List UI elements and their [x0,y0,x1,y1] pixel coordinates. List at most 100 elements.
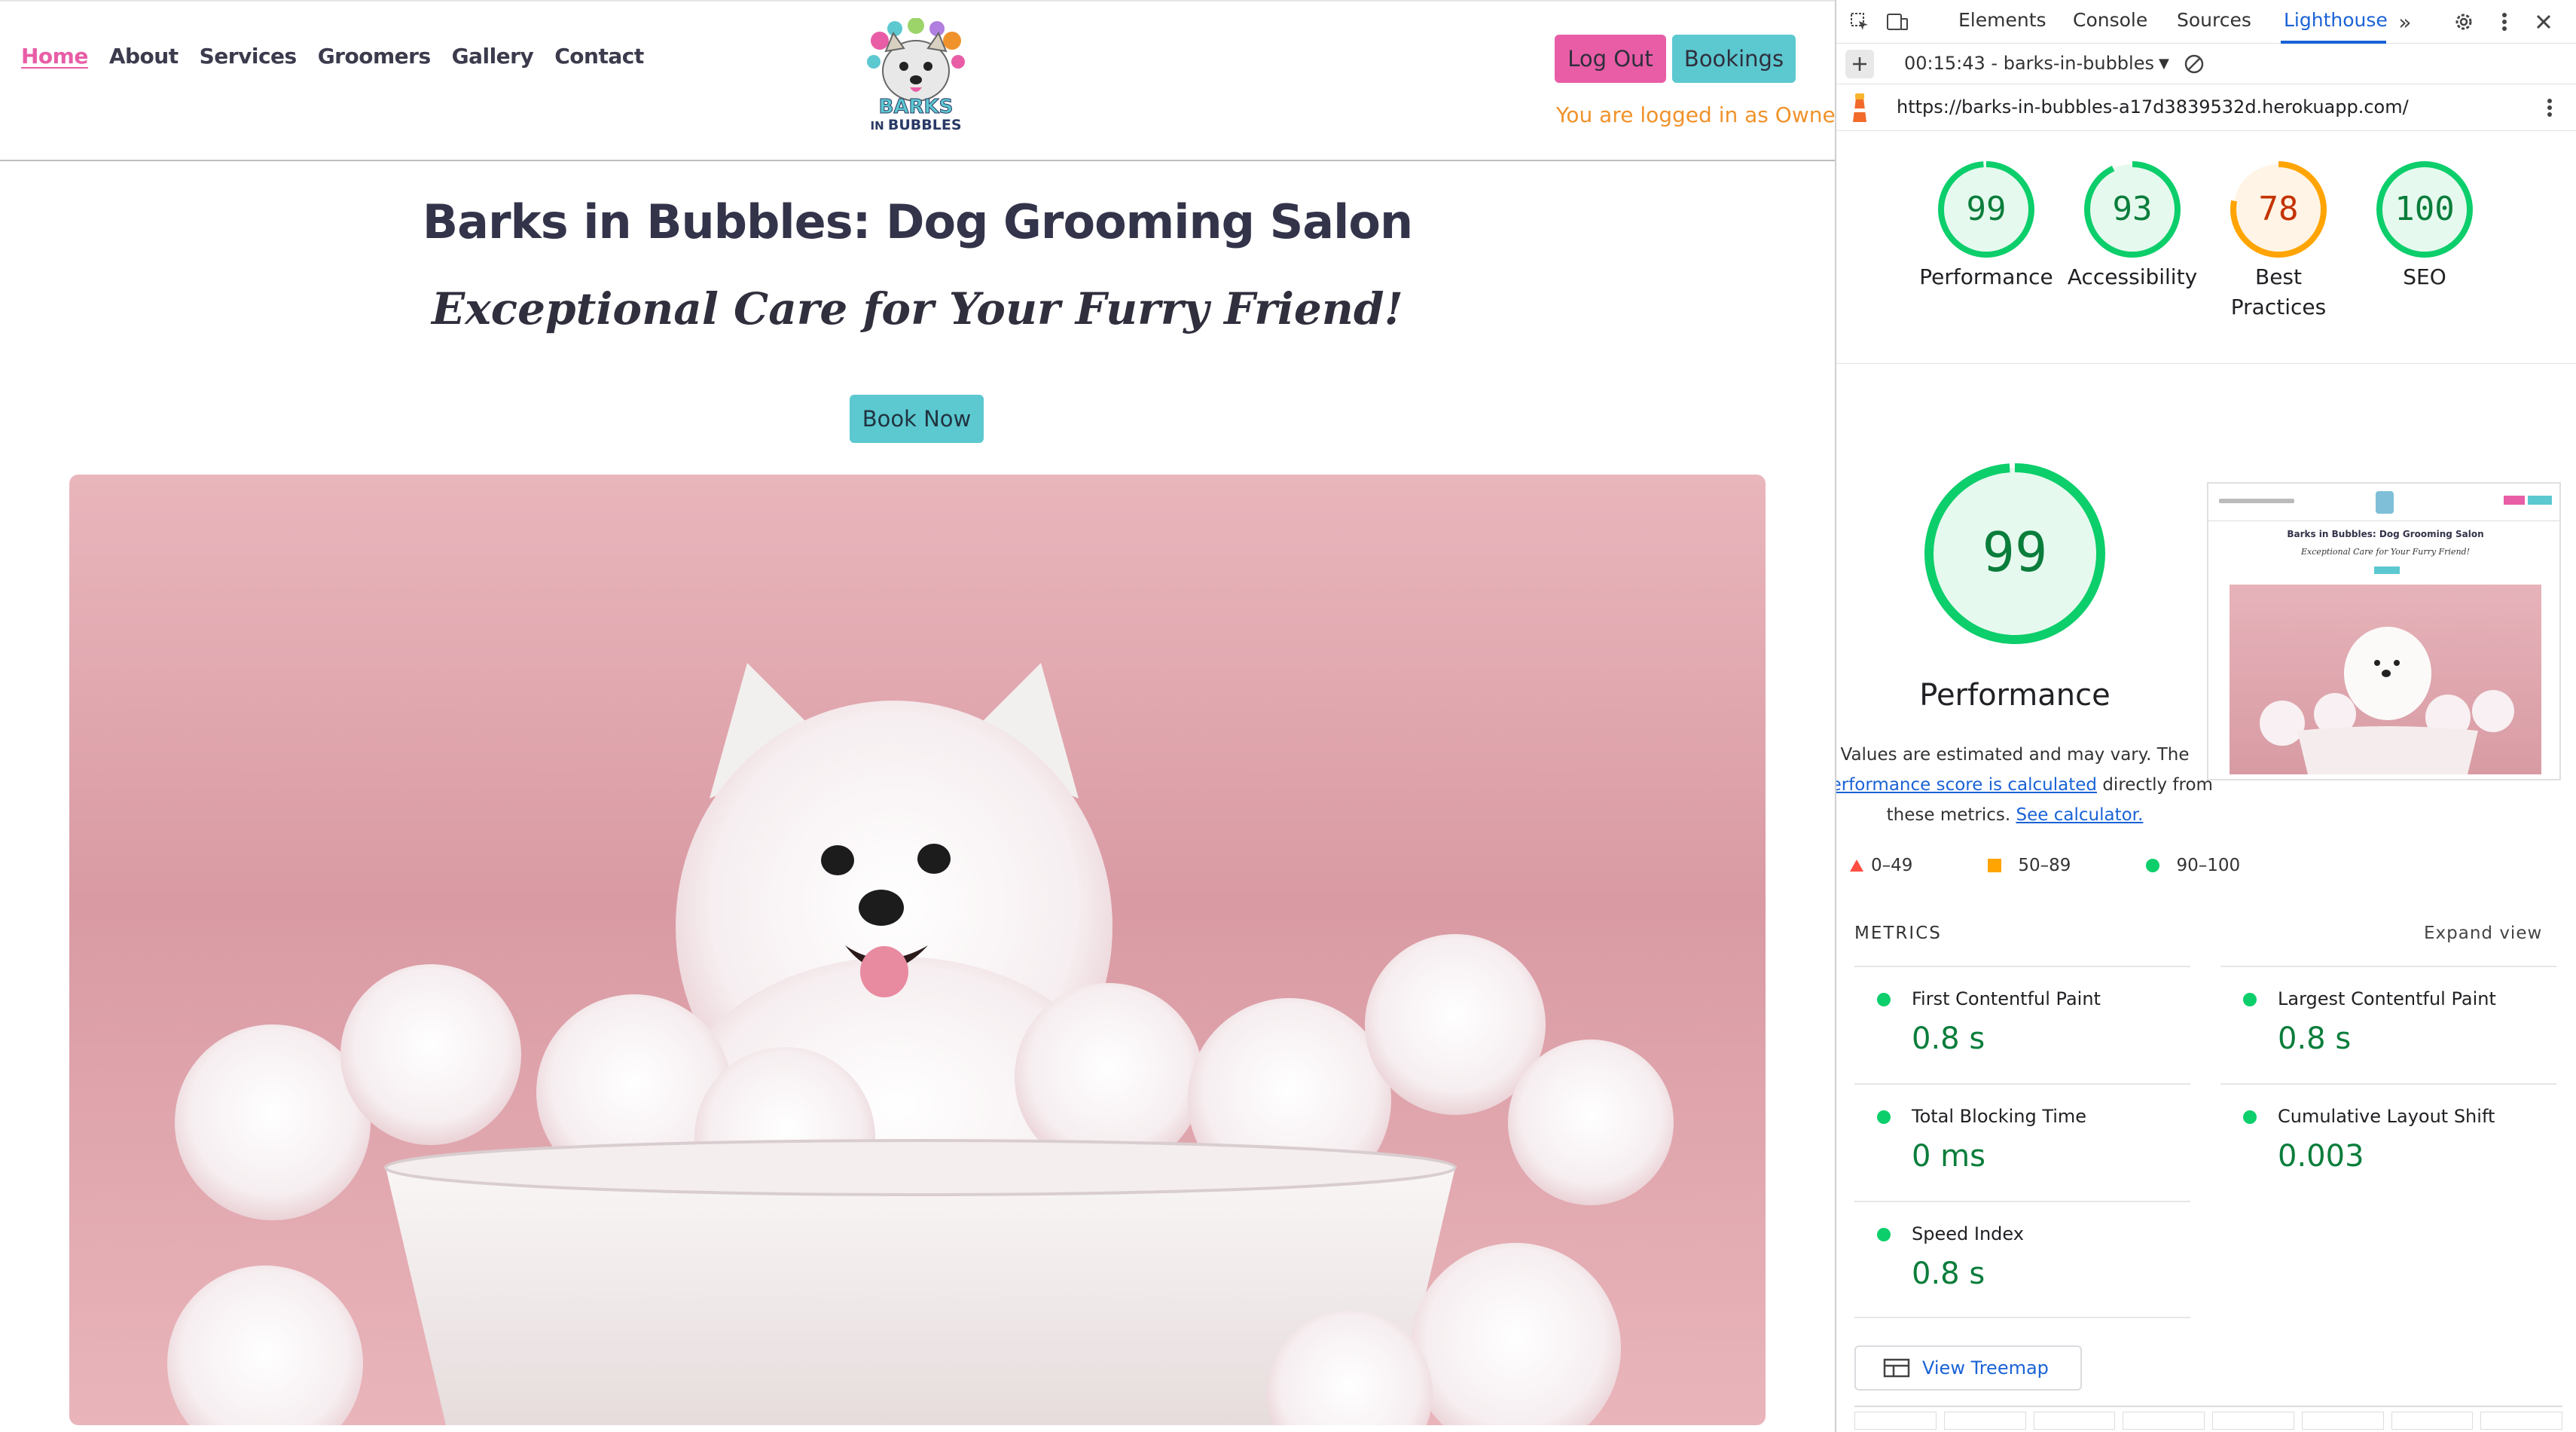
metric-speed-index: Speed Index 0.8 s [1854,1201,2190,1318]
metric-lcp: Largest Contentful Paint 0.8 s [2220,966,2556,1083]
gauge-accessibility[interactable]: 93 Accessibility [2062,160,2202,292]
nav-contact[interactable]: Contact [554,44,644,69]
filmstrip-frame [1943,1412,2026,1430]
logo-text-in: IN [870,119,884,133]
filmstrip-frame [2301,1412,2384,1430]
accessibility-score-value: 93 [2113,190,2153,228]
device-toolbar-icon[interactable] [1883,8,1912,36]
metric-value: 0.8 s [1912,1021,1985,1056]
logo-text-bubbles: BUBBLES [887,117,962,133]
tab-sources[interactable]: Sources [2177,9,2251,31]
treemap-icon [1883,1358,1910,1378]
gauge-performance[interactable]: 99 Performance [1916,160,2056,292]
filmstrip [1854,1406,2562,1432]
thumb-logout [2504,496,2525,505]
pass-dot-icon [2243,1110,2257,1124]
section-divider [1836,363,2576,364]
metric-tbt: Total Blocking Time 0 ms [1854,1083,2190,1201]
clear-reports-icon[interactable] [2180,50,2208,78]
filmstrip-frame [2391,1412,2474,1430]
tab-lighthouse[interactable]: Lighthouse [2284,9,2388,31]
legend-pass-icon [2146,859,2160,872]
tab-elements[interactable]: Elements [1958,9,2046,31]
nav-groomers[interactable]: Groomers [318,44,431,69]
report-selector-label: 00:15:43 - barks-in-bubbles [1904,53,2154,74]
performance-label: Performance [1919,264,2053,289]
inspect-element-icon[interactable] [1845,8,1874,36]
see-calculator-link[interactable]: See calculator. [2016,805,2144,825]
metric-label: Speed Index [1912,1223,2024,1244]
metric-value: 0.8 s [1912,1256,1985,1291]
performance-big-ring: 99 [1924,463,2105,644]
pass-dot-icon [1877,993,1891,1006]
logout-button[interactable]: Log Out [1555,35,1666,83]
logged-in-status: You are logged in as Owner [1556,102,1835,127]
performance-heading: Performance [1919,678,2111,713]
metric-cls: Cumulative Layout Shift 0.003 [2220,1083,2556,1201]
legend-fail: 0–49 [1871,856,1913,875]
page-screenshot-thumbnail[interactable]: Barks in Bubbles: Dog Grooming Salon Exc… [2207,482,2561,780]
best-practices-score-ring: 78 [2230,161,2327,258]
nav-services[interactable]: Services [200,44,298,69]
best-practices-score-value: 78 [2259,190,2299,228]
metric-label: Total Blocking Time [1912,1106,2087,1127]
tab-console[interactable]: Console [2073,9,2147,31]
thumb-subtitle: Exceptional Care for Your Furry Friend! [2300,547,2471,557]
metrics-header: METRICS [1854,924,1942,943]
nav-about[interactable]: About [109,44,179,69]
performance-score-value: 99 [1967,190,2007,228]
performance-big-gauge: 99 [1922,461,2107,649]
performance-note: Values are estimated and may vary. The p… [1836,740,2213,830]
filmstrip-frame [1854,1412,1937,1430]
metric-label: Largest Contentful Paint [2278,988,2496,1009]
dropdown-caret-icon: ▼ [2158,55,2169,72]
seo-score-value: 100 [2394,190,2454,228]
book-now-button[interactable]: Book Now [850,395,984,443]
note-line-2: directly from [2102,775,2213,795]
devtools-tabbar: Elements Console Sources Lighthouse » [1836,0,2576,44]
seo-score-ring: 100 [2376,161,2473,258]
logo-text-barks: BARKS [878,96,954,118]
legend-fail-icon [1850,860,1863,872]
nav-home[interactable]: Home [21,44,88,69]
view-treemap-label: View Treemap [1922,1357,2049,1379]
legend-pass: 90–100 [2176,856,2241,875]
page-title: Barks in Bubbles: Dog Grooming Salon [422,194,1413,249]
seo-label: SEO [2403,264,2446,289]
close-devtools-icon[interactable] [2529,8,2558,36]
report-selector[interactable]: 00:15:43 - barks-in-bubbles ▼ [1904,53,2169,74]
filmstrip-frame [2123,1412,2205,1430]
lighthouse-toolbar: 00:15:43 - barks-in-bubbles ▼ [1836,44,2576,84]
gauge-best-practices[interactable]: 78 Best Practices [2208,160,2349,322]
metric-label: First Contentful Paint [1912,988,2101,1009]
best-practices-label-line1: Best [2254,264,2302,289]
thumb-logo [2376,491,2394,514]
nav-gallery[interactable]: Gallery [452,44,534,69]
settings-gear-icon[interactable] [2449,8,2478,36]
score-calculated-link[interactable]: performance score is calculated [1836,775,2097,795]
expand-view-toggle[interactable]: Expand view [2424,924,2542,943]
kebab-menu-icon[interactable] [2490,8,2519,36]
website-viewport: Home About Services Groomers Gallery Con… [0,0,1835,1432]
new-report-plus-icon[interactable] [1845,50,1874,78]
hero-dog-image [69,475,1766,1425]
accessibility-label: Accessibility [2067,264,2198,289]
metric-value: 0.8 s [2278,1021,2352,1056]
bookings-button[interactable]: Bookings [1672,35,1796,83]
pass-dot-icon [1877,1110,1891,1124]
devtools-panel: Elements Console Sources Lighthouse » 00… [1835,0,2576,1432]
filmstrip-frame [2480,1412,2562,1430]
legend-average-icon [1988,859,2002,872]
thumb-bookings [2528,496,2552,505]
audited-url[interactable]: https://barks-in-bubbles-a17d3839532d.he… [1897,96,2409,118]
site-logo[interactable]: BARKS IN BUBBLES [863,17,969,145]
page-subtitle: Exceptional Care for Your Furry Friend! [432,283,1403,334]
gauge-seo[interactable]: 100 SEO [2355,160,2495,292]
more-tabs-icon[interactable]: » [2391,8,2419,36]
dog-in-bathtub-illustration [167,663,1674,1425]
metric-label: Cumulative Layout Shift [2278,1106,2495,1127]
url-menu-icon[interactable] [2535,93,2564,122]
view-treemap-button[interactable]: View Treemap [1854,1345,2082,1391]
thumb-hero-image [2230,585,2541,774]
performance-score-ring: 99 [1938,161,2034,258]
